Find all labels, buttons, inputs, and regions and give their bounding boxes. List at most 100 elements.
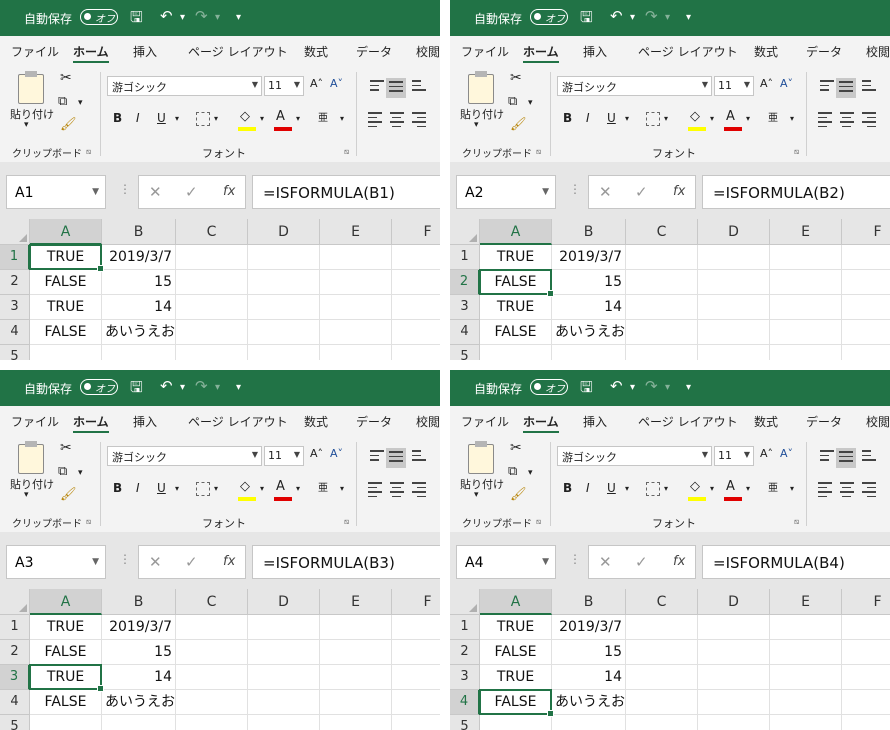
cell-d4[interactable] (698, 690, 770, 715)
name-box[interactable]: A3 ▼ (6, 545, 106, 579)
cell-f3[interactable] (392, 665, 440, 690)
paste-icon[interactable] (18, 71, 44, 104)
row-header-1[interactable]: 1 (0, 245, 30, 270)
align-middle-icon[interactable] (386, 78, 406, 98)
column-header-a[interactable]: A (480, 589, 552, 615)
tab-insert[interactable]: 挿入 (583, 413, 607, 430)
cell-c4[interactable] (626, 690, 698, 715)
cell-b5[interactable] (552, 715, 626, 730)
clipboard-launcher-icon[interactable]: ⧅ (86, 517, 91, 527)
align-left-icon[interactable] (818, 112, 832, 130)
tab-insert[interactable]: 挿入 (133, 43, 157, 60)
cell-d3[interactable] (698, 295, 770, 320)
cell-a4[interactable]: FALSE (480, 320, 552, 345)
column-header-e[interactable]: E (770, 589, 842, 615)
font-name-select[interactable]: 游ゴシック ▼ (557, 76, 712, 96)
clipboard-launcher-icon[interactable]: ⧅ (86, 147, 91, 157)
cut-icon[interactable]: ✂ (510, 440, 522, 456)
cell-a4[interactable]: FALSE (30, 320, 102, 345)
undo-icon[interactable]: ↶ (610, 7, 623, 25)
cell-e4[interactable] (320, 320, 392, 345)
underline-button[interactable]: U (157, 111, 166, 125)
undo-icon[interactable]: ↶ (160, 7, 173, 25)
undo-dropdown-icon[interactable]: ▾ (180, 12, 185, 23)
cell-a5[interactable] (480, 715, 552, 730)
font-name-select[interactable]: 游ゴシック ▼ (557, 446, 712, 466)
cell-f2[interactable] (842, 640, 890, 665)
cell-a4[interactable]: FALSE (30, 690, 102, 715)
font-color-dropdown-icon[interactable]: ▾ (296, 114, 300, 123)
tab-home[interactable]: ホーム (73, 43, 109, 60)
cell-b3[interactable]: 14 (552, 295, 626, 320)
cell-c2[interactable] (176, 640, 248, 665)
cell-c3[interactable] (626, 665, 698, 690)
row-header-2[interactable]: 2 (450, 640, 480, 665)
font-size-select[interactable]: 11 ▼ (264, 446, 304, 466)
cell-e2[interactable] (770, 640, 842, 665)
tab-review[interactable]: 校閲 (416, 413, 440, 430)
clipboard-launcher-icon[interactable]: ⧅ (536, 147, 541, 157)
cell-c5[interactable] (626, 715, 698, 730)
align-top-icon[interactable] (370, 80, 384, 94)
cell-a3[interactable]: TRUE (30, 295, 102, 320)
borders-dropdown-icon[interactable]: ▾ (664, 114, 668, 123)
cell-f5[interactable] (392, 715, 440, 730)
cancel-icon[interactable]: ✕ (149, 183, 162, 201)
row-header-3[interactable]: 3 (450, 665, 480, 690)
name-box[interactable]: A1 ▼ (6, 175, 106, 209)
borders-icon[interactable] (196, 112, 210, 126)
row-header-2[interactable]: 2 (0, 270, 30, 295)
format-painter-icon[interactable]: 🖌 (510, 117, 527, 132)
underline-button[interactable]: U (607, 481, 616, 495)
row-header-2[interactable]: 2 (450, 270, 480, 295)
font-color-icon[interactable]: A (726, 109, 735, 124)
cell-b4[interactable]: あいうえお (102, 320, 176, 345)
column-header-e[interactable]: E (320, 589, 392, 615)
cell-d5[interactable] (698, 715, 770, 730)
cell-b1[interactable]: 2019/3/7 (102, 245, 176, 270)
align-left-icon[interactable] (368, 482, 382, 500)
tab-data[interactable]: データ (356, 43, 392, 60)
cell-f5[interactable] (392, 345, 440, 360)
cell-b1[interactable]: 2019/3/7 (102, 615, 176, 640)
paste-icon[interactable] (18, 441, 44, 474)
cell-d2[interactable] (698, 640, 770, 665)
save-icon[interactable]: 🖫 (130, 7, 143, 32)
cell-f4[interactable] (392, 320, 440, 345)
column-header-d[interactable]: D (698, 589, 770, 615)
cell-f3[interactable] (392, 295, 440, 320)
cell-a1[interactable]: TRUE (30, 615, 102, 640)
column-header-c[interactable]: C (626, 219, 698, 245)
align-right-icon[interactable] (862, 112, 876, 130)
tab-insert[interactable]: 挿入 (133, 413, 157, 430)
select-all-corner[interactable] (0, 219, 30, 245)
redo-dropdown-icon[interactable]: ▾ (215, 382, 220, 393)
formula-bar-grip-icon[interactable]: ⋮ (569, 182, 581, 196)
row-header-1[interactable]: 1 (450, 245, 480, 270)
increase-font-icon[interactable]: A˄ (310, 77, 323, 90)
tab-formulas[interactable]: 数式 (304, 413, 328, 430)
tab-home[interactable]: ホーム (523, 413, 559, 430)
column-header-e[interactable]: E (770, 219, 842, 245)
row-header-5[interactable]: 5 (450, 715, 480, 730)
column-header-a[interactable]: A (30, 589, 102, 615)
cell-b4[interactable]: あいうえお (552, 690, 626, 715)
copy-dropdown-icon[interactable]: ▾ (528, 468, 533, 478)
align-right-icon[interactable] (862, 482, 876, 500)
cell-b3[interactable]: 14 (102, 295, 176, 320)
cell-c4[interactable] (176, 320, 248, 345)
align-left-icon[interactable] (818, 482, 832, 500)
customize-toolbar-icon[interactable]: ▾ (236, 12, 241, 23)
fill-color-dropdown-icon[interactable]: ▾ (260, 484, 264, 493)
font-color-dropdown-icon[interactable]: ▾ (746, 114, 750, 123)
cell-d3[interactable] (698, 665, 770, 690)
cell-e4[interactable] (320, 690, 392, 715)
undo-icon[interactable]: ↶ (610, 377, 623, 395)
redo-dropdown-icon[interactable]: ▾ (665, 12, 670, 23)
phonetic-guide-button[interactable]: 亜 (768, 109, 778, 124)
cell-d4[interactable] (248, 690, 320, 715)
phonetic-dropdown-icon[interactable]: ▾ (340, 114, 344, 123)
cell-d1[interactable] (248, 615, 320, 640)
row-header-3[interactable]: 3 (0, 665, 30, 690)
tab-page-layout[interactable]: ページ レイアウト (188, 43, 288, 60)
